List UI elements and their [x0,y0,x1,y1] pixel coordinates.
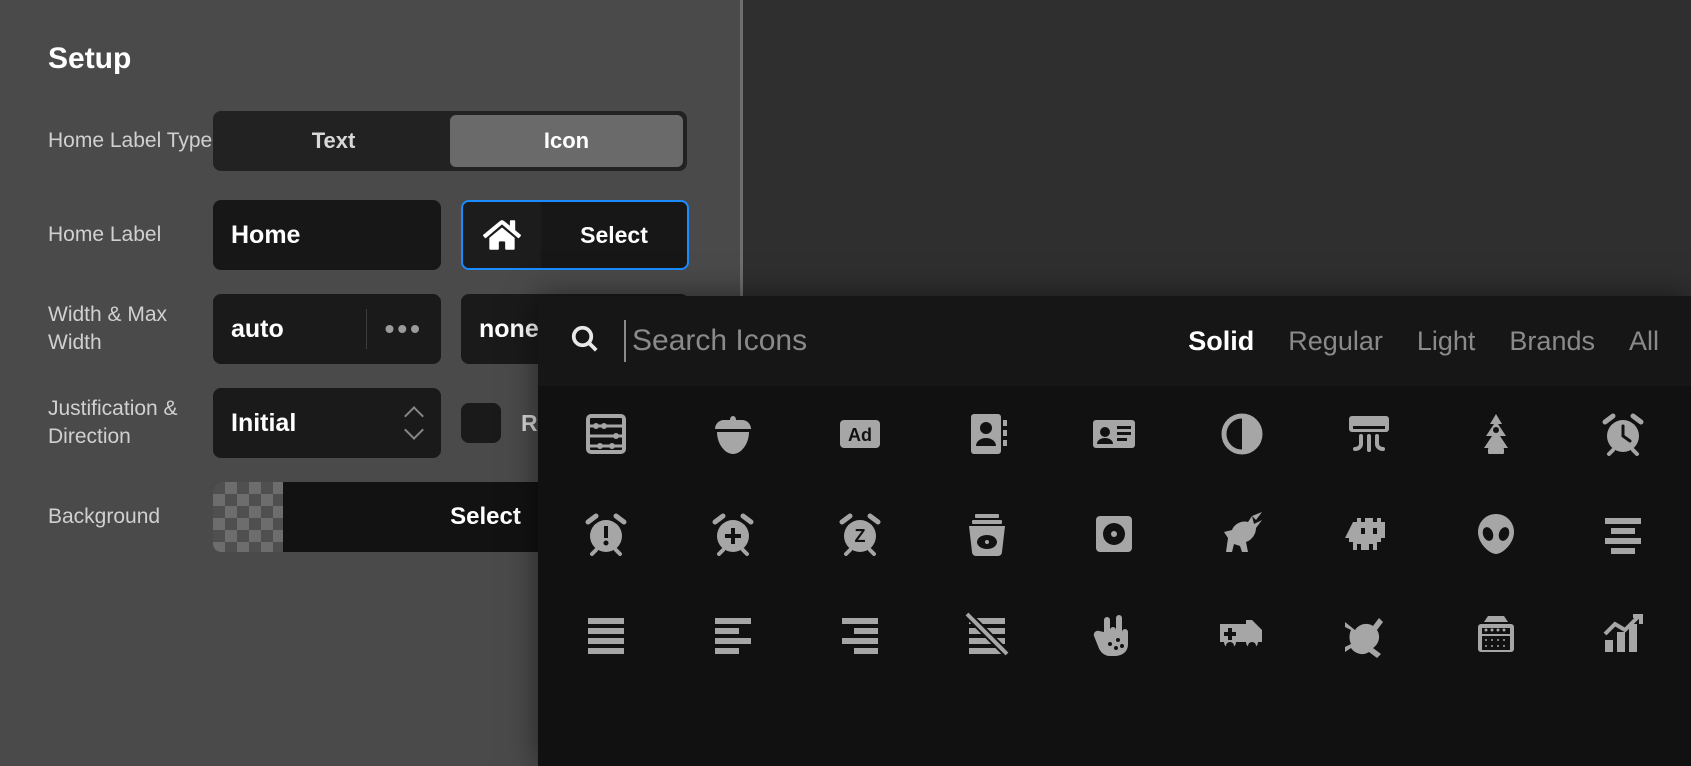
panel-title: Setup [48,42,692,76]
svg-text:Z: Z [855,526,866,546]
align-right-icon[interactable] [832,606,888,662]
amp-guitar-icon[interactable] [1468,606,1524,662]
alarm-plus-icon[interactable] [705,506,761,562]
alarm-snooze-icon[interactable]: Z [832,506,888,562]
label-width-max: Width & Max Width [48,301,213,358]
icon-picker-toolbar: Solid Regular Light Brands All [538,296,1691,386]
icon-grid: Ad Z [538,386,1691,766]
row-home-label: Home Label Home Select [48,200,692,270]
reverse-direction-checkbox[interactable] [461,403,501,443]
air-conditioner-icon[interactable] [1341,406,1397,462]
ad-icon[interactable]: Ad [832,406,888,462]
air-freshener-icon[interactable] [1468,406,1524,462]
label-home-label: Home Label [48,221,213,249]
width-value: auto [231,315,284,344]
justification-select[interactable]: Initial [213,388,441,458]
align-left-icon[interactable] [705,606,761,662]
width-input[interactable]: auto ••• [213,294,441,364]
svg-text:Ad: Ad [848,425,872,445]
icon-style-filters: Solid Regular Light Brands All [1188,326,1659,357]
alicorn-icon[interactable] [1214,506,1270,562]
label-home-label-type: Home Label Type [48,127,213,155]
width-more-icon[interactable]: ••• [366,309,423,349]
alien-monster-icon[interactable] [1341,506,1397,562]
filter-all[interactable]: All [1629,326,1659,357]
select-button-label: Select [541,222,687,249]
alien-icon[interactable] [1468,506,1524,562]
ambulance-icon[interactable] [1214,606,1270,662]
icon-picker-popover: Solid Regular Light Brands All Ad Z [538,296,1691,766]
align-slash-icon[interactable] [959,606,1015,662]
transparency-swatch-icon [213,482,283,552]
alarm-exclamation-icon[interactable] [578,506,634,562]
album-icon[interactable] [1086,506,1142,562]
label-justification: Justification & Direction [48,395,213,452]
search-icon [570,324,600,359]
home-label-type-toggle[interactable]: Text Icon [213,111,687,171]
toggle-option-icon[interactable]: Icon [450,115,683,167]
reverse-direction-label: R [521,410,538,437]
filter-regular[interactable]: Regular [1288,326,1383,357]
alarm-clock-icon[interactable] [1595,406,1651,462]
allergies-icon[interactable] [1086,606,1142,662]
home-icon-select-button[interactable]: Select [461,200,689,270]
asl-interpreting-icon[interactable] [1341,606,1397,662]
abacus-icon[interactable] [578,406,634,462]
toggle-option-text[interactable]: Text [217,115,450,167]
address-card-icon[interactable] [1086,406,1142,462]
filter-solid[interactable]: Solid [1188,326,1254,357]
align-center-icon[interactable] [1595,506,1651,562]
label-background: Background [48,503,213,531]
adjust-icon[interactable] [1214,406,1270,462]
icon-search-input[interactable] [624,320,1074,362]
address-book-icon[interactable] [959,406,1015,462]
home-label-input[interactable]: Home [213,200,441,270]
home-icon [463,202,541,268]
filter-light[interactable]: Light [1417,326,1476,357]
acorn-icon[interactable] [705,406,761,462]
row-home-label-type: Home Label Type Text Icon [48,106,692,176]
align-justify-icon[interactable] [578,606,634,662]
analytics-icon[interactable] [1595,606,1651,662]
chevron-updown-icon [405,409,423,437]
justification-value: Initial [231,409,296,438]
album-collection-icon[interactable] [959,506,1015,562]
filter-brands[interactable]: Brands [1509,326,1595,357]
